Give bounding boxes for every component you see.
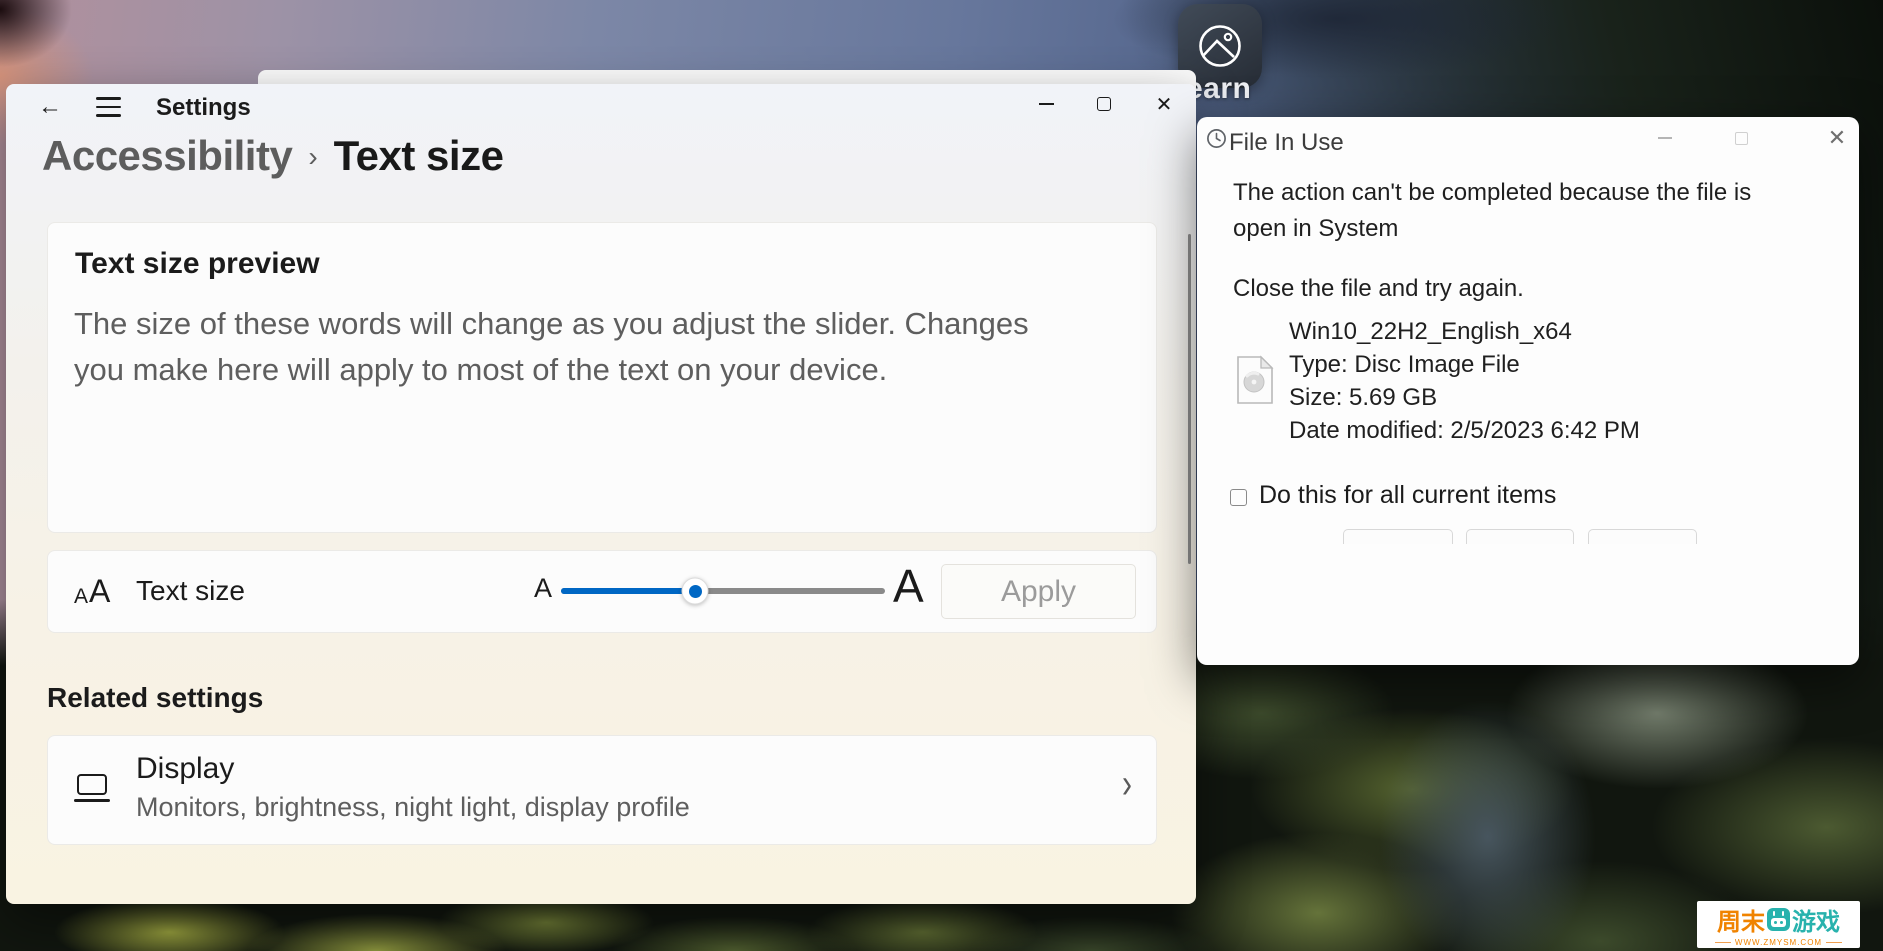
slider-max-label: A (893, 559, 924, 613)
dialog-button-stub-1[interactable] (1343, 529, 1453, 544)
dialog-button-stub-2[interactable] (1466, 529, 1574, 544)
preview-card-title: Text size preview (75, 247, 320, 281)
file-size: Size: 5.69 GB (1289, 381, 1640, 414)
maximize-button[interactable] (1076, 84, 1132, 124)
text-size-setting-row: A A Text size A A Apply (47, 550, 1157, 633)
minimize-button[interactable] (1018, 84, 1074, 124)
apply-to-all-row: Do this for all current items (1230, 481, 1556, 510)
close-icon: ✕ (1828, 125, 1846, 151)
text-size-label: Text size (136, 575, 245, 607)
image-placeholder-icon (1196, 22, 1244, 70)
disc-image-file-icon (1235, 355, 1275, 410)
breadcrumb-text-size: Text size (334, 132, 504, 180)
watermark-text-1: 周末 (1717, 902, 1765, 937)
settings-window: ← Settings ✕ Accessibility › Text size T… (6, 84, 1196, 904)
minimize-icon (1039, 103, 1054, 105)
breadcrumb-accessibility[interactable]: Accessibility (42, 132, 292, 180)
watermark-url: WWW.ZMYSM.COM (1735, 938, 1822, 947)
clock-icon (1206, 128, 1227, 154)
slider-thumb[interactable] (682, 578, 709, 605)
minimize-icon (1658, 137, 1672, 139)
breadcrumb: Accessibility › Text size (42, 132, 503, 180)
dialog-close-button[interactable]: ✕ (1811, 117, 1859, 159)
dialog-instruction: Close the file and try again. (1233, 275, 1524, 303)
text-size-slider[interactable] (561, 588, 885, 594)
hamburger-icon (96, 97, 121, 99)
apply-button[interactable]: Apply (941, 564, 1136, 619)
breadcrumb-separator-icon: › (308, 141, 317, 173)
slider-min-label: A (534, 573, 552, 604)
chevron-right-icon: › (1122, 761, 1132, 809)
text-size-icon: A A (74, 573, 124, 613)
dialog-maximize-button (1715, 117, 1767, 159)
maximize-icon (1735, 132, 1748, 145)
related-settings-heading: Related settings (47, 682, 263, 714)
dialog-button-stub-3[interactable] (1588, 529, 1697, 544)
site-watermark: 周末 游戏 WWW.ZMYSM.COM (1697, 901, 1860, 948)
navigation-menu-button[interactable] (84, 88, 132, 126)
file-in-use-dialog: File In Use ✕ The action can't be comple… (1197, 117, 1859, 665)
close-button[interactable]: ✕ (1136, 84, 1192, 124)
preview-card-body: The size of these words will change as y… (74, 301, 1054, 393)
dialog-minimize-button (1639, 117, 1691, 159)
do-this-for-all-checkbox[interactable] (1230, 489, 1247, 506)
text-size-preview-card: Text size preview The size of these word… (47, 222, 1157, 533)
gamepad-calendar-icon (1767, 908, 1790, 931)
display-icon (74, 774, 112, 806)
dialog-title: File In Use (1229, 129, 1344, 157)
arrow-left-icon: ← (38, 93, 62, 121)
settings-window-title: Settings (156, 94, 251, 122)
file-details: Win10_22H2_English_x64 Type: Disc Image … (1289, 315, 1640, 447)
settings-scrollbar[interactable] (1188, 234, 1191, 564)
dialog-titlebar: File In Use ✕ (1197, 117, 1859, 161)
display-row-subtitle: Monitors, brightness, night light, displ… (136, 792, 690, 823)
display-settings-row[interactable]: Display Monitors, brightness, night ligh… (47, 735, 1157, 845)
checkbox-label: Do this for all current items (1259, 481, 1556, 510)
file-type: Type: Disc Image File (1289, 348, 1640, 381)
desktop: earn ← Settings ✕ Accessibility › Text s… (0, 0, 1883, 951)
settings-titlebar: ← Settings ✕ (6, 84, 1196, 128)
file-modified: Date modified: 2/5/2023 6:42 PM (1289, 414, 1640, 447)
slider-fill (561, 588, 695, 594)
watermark-text-2: 游戏 (1792, 902, 1840, 937)
display-row-title: Display (136, 752, 234, 786)
file-name: Win10_22H2_English_x64 (1289, 315, 1640, 348)
maximize-icon (1097, 97, 1111, 111)
back-button[interactable]: ← (28, 88, 72, 126)
close-icon: ✕ (1156, 92, 1173, 117)
dialog-message: The action can't be completed because th… (1233, 175, 1798, 247)
